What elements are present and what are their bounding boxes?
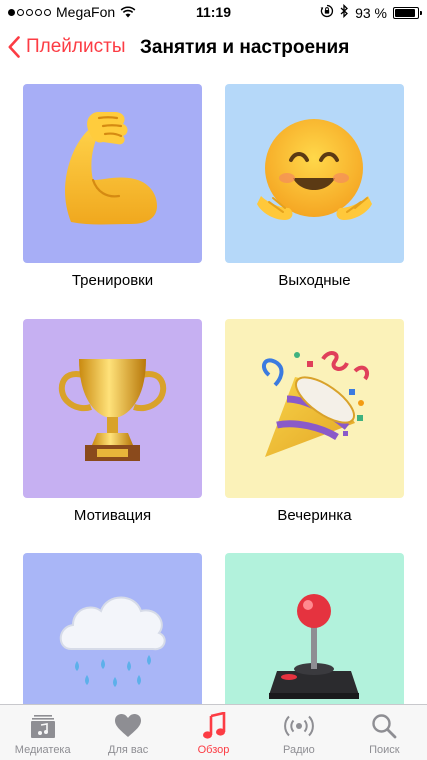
- tab-search[interactable]: Поиск: [342, 705, 427, 760]
- category-tile[interactable]: Выходные: [225, 84, 404, 289]
- tab-label: Радио: [283, 744, 315, 756]
- tab-radio[interactable]: Радио: [256, 705, 341, 760]
- chevron-left-icon: [8, 36, 20, 58]
- music-note-icon: [199, 711, 229, 741]
- category-label: Вечеринка: [277, 507, 352, 524]
- category-artwork[interactable]: [225, 319, 404, 498]
- battery-percentage: 93 %: [355, 4, 387, 21]
- party-popper-icon: [225, 319, 404, 498]
- category-label: Выходные: [278, 272, 351, 289]
- tab-browse[interactable]: Обзор: [171, 705, 256, 760]
- flexed-biceps-icon: [23, 84, 202, 263]
- status-bar: MegaFon 11:19 93 %: [0, 0, 427, 24]
- tab-label: Обзор: [197, 744, 230, 756]
- page-title: Занятия и настроения: [140, 37, 350, 58]
- search-icon: [369, 711, 399, 741]
- battery-level: [395, 8, 416, 17]
- tab-label: Медиатека: [14, 744, 71, 756]
- category-label: Тренировки: [71, 272, 154, 289]
- category-tile[interactable]: Мотивация: [23, 319, 202, 524]
- tab-library[interactable]: Медиатека: [0, 705, 85, 760]
- tab-bar: Медиатека Для вас Обзор Радио Поиск: [0, 704, 427, 760]
- radio-icon: [284, 711, 314, 741]
- back-button-label: Плейлисты: [26, 36, 126, 57]
- orientation-lock-icon: [320, 4, 334, 21]
- category-tile[interactable]: Тренировки: [23, 84, 202, 289]
- hugging-face-icon: [225, 84, 404, 263]
- heart-icon: [113, 711, 143, 741]
- tab-label: Для вас: [108, 744, 149, 756]
- back-button[interactable]: Плейлисты: [8, 36, 125, 58]
- library-icon: [28, 711, 58, 741]
- category-tile[interactable]: Вечеринка: [225, 319, 404, 524]
- category-artwork[interactable]: [225, 84, 404, 263]
- category-artwork[interactable]: [23, 84, 202, 263]
- category-label: Мотивация: [73, 507, 152, 524]
- battery-icon: [393, 6, 422, 19]
- tab-for-you[interactable]: Для вас: [85, 705, 170, 760]
- tab-label: Поиск: [369, 744, 400, 756]
- trophy-icon: [23, 319, 202, 498]
- bluetooth-icon: [340, 3, 349, 21]
- category-artwork[interactable]: [23, 319, 202, 498]
- navigation-bar: Плейлисты Занятия и настроения: [0, 24, 427, 72]
